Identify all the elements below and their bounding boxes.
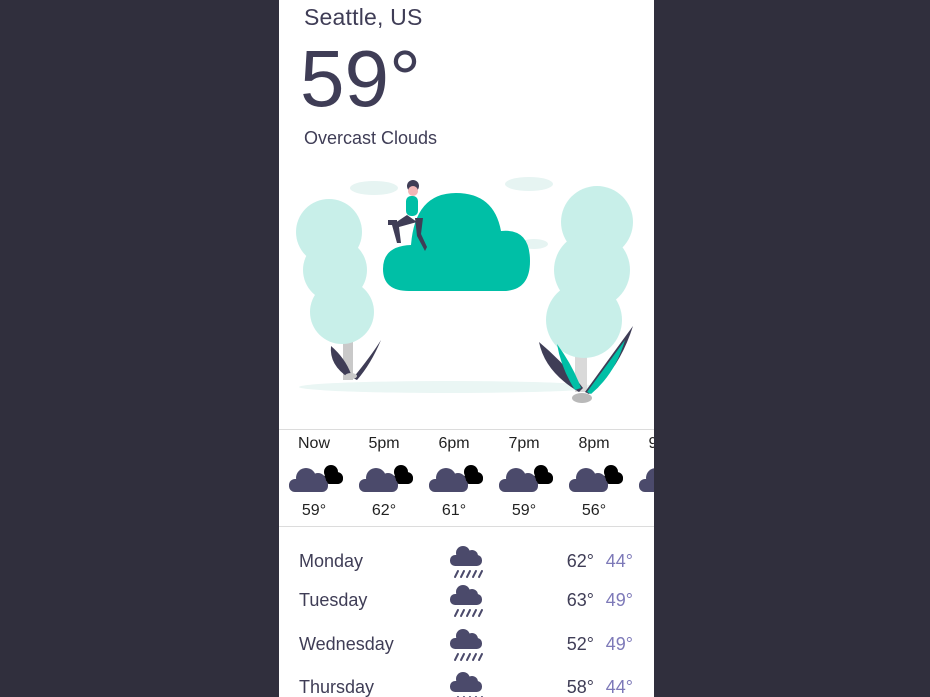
hourly-temperature: 56° (581, 502, 607, 519)
city-name: Seattle, US (304, 4, 423, 30)
rain-cloud-icon (450, 672, 483, 697)
daily-row: Monday 62° 44° (279, 535, 654, 578)
rain-cloud-icon (450, 629, 483, 661)
weather-panel: Seattle, US 59° Overcast Clouds Now 59° … (279, 0, 654, 697)
high-temperature: 63° (566, 590, 594, 610)
low-temperature: 44° (605, 551, 633, 571)
daily-row: Thursday 58° 44° (279, 661, 654, 697)
hourly-time: 6pm (438, 435, 470, 452)
hourly-forecast-strip[interactable]: Now 59° 5pm 62° 6pm 61° 7pm 59° 8pm 56° (279, 429, 654, 527)
overcast-cloud-icon (569, 465, 623, 492)
hourly-temperature: 62° (371, 502, 397, 519)
current-temperature: 59° (300, 34, 421, 123)
hourly-item: 9pm 5 (629, 430, 654, 526)
high-temperature: 52° (566, 634, 594, 654)
overcast-cloud-icon (359, 465, 413, 492)
low-temperature: 49° (605, 590, 633, 610)
high-temperature: 62° (566, 551, 594, 571)
overcast-cloud-icon (429, 465, 483, 492)
day-name: Thursday (299, 677, 375, 697)
hourly-item: Now 59° (279, 430, 349, 526)
high-temperature: 58° (566, 677, 594, 697)
low-temperature: 49° (605, 634, 633, 654)
hourly-temperature: 61° (441, 502, 467, 519)
hourly-item: 6pm 61° (419, 430, 489, 526)
hourly-item: 5pm 62° (349, 430, 419, 526)
overcast-cloud-icon (639, 468, 654, 492)
day-name: Wednesday (299, 634, 394, 654)
hourly-time: 5pm (368, 435, 400, 452)
hourly-temperature: 5 (629, 502, 654, 520)
hourly-item: 7pm 59° (489, 430, 559, 526)
hourly-time: Now (297, 435, 330, 452)
daily-row: Wednesday 52° 49° (279, 618, 654, 661)
day-name: Monday (299, 551, 364, 571)
hourly-time: 9pm (629, 435, 654, 453)
overcast-cloud-icon (289, 465, 343, 492)
low-temperature: 44° (605, 677, 633, 697)
hourly-time: 8pm (578, 435, 610, 452)
hourly-time: 7pm (508, 435, 540, 452)
day-name: Tuesday (299, 590, 368, 610)
daily-row: Tuesday 63° 49° (279, 574, 654, 617)
hourly-temperature: 59° (511, 502, 537, 519)
hourly-item: 8pm 56° (559, 430, 629, 526)
rain-cloud-icon (450, 585, 483, 617)
current-condition: Overcast Clouds (304, 128, 438, 148)
weather-illustration (296, 177, 633, 403)
hourly-temperature: 59° (301, 502, 327, 519)
overcast-cloud-icon (499, 465, 553, 492)
